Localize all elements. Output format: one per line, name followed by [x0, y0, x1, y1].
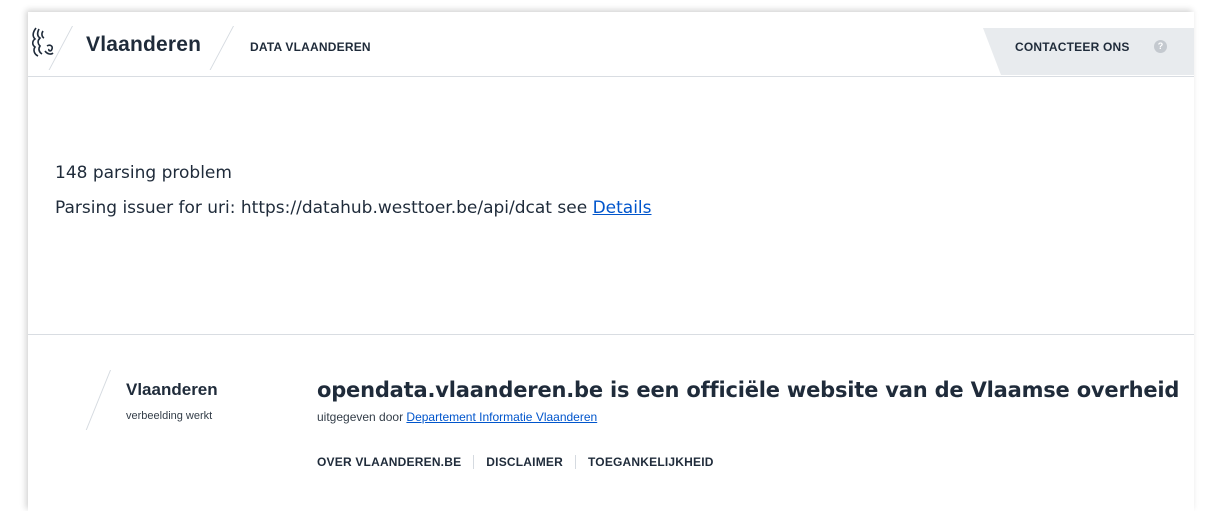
footer-link-separator — [574, 455, 576, 469]
site-header: Vlaanderen DATA VLAANDEREN CONTACTEER ON… — [28, 12, 1194, 77]
help-icon[interactable]: ? — [1154, 40, 1167, 53]
footer-link-toegankelijkheid[interactable]: TOEGANKELIJKHEID — [588, 455, 714, 469]
error-message-text: Parsing issuer for uri: https://datahub.… — [55, 198, 588, 218]
error-message: Parsing issuer for uri: https://datahub.… — [55, 198, 652, 218]
publisher-prefix: uitgegeven door — [317, 410, 404, 424]
footer-publisher: uitgegeven door Departement Informatie V… — [317, 410, 597, 424]
footer-link-disclaimer[interactable]: DISCLAIMER — [486, 455, 563, 469]
footer-link-over[interactable]: OVER VLAANDEREN.BE — [317, 455, 461, 469]
error-title: 148 parsing problem — [55, 163, 232, 183]
page-frame: Vlaanderen DATA VLAANDEREN CONTACTEER ON… — [28, 12, 1194, 511]
publisher-link[interactable]: Departement Informatie Vlaanderen — [406, 410, 597, 424]
footer-heading: opendata.vlaanderen.be is een officiële … — [317, 378, 1180, 402]
footer-links: OVER VLAANDEREN.BE DISCLAIMER TOEGANKELI… — [317, 455, 714, 469]
brand-name[interactable]: Vlaanderen — [86, 33, 201, 57]
footer-tagline: verbeelding werkt — [126, 410, 213, 422]
contact-label[interactable]: CONTACTEER ONS — [1015, 40, 1130, 54]
footer-logo-divider — [85, 370, 111, 430]
details-link[interactable]: Details — [593, 198, 652, 218]
footer-divider — [28, 334, 1194, 335]
footer-brand: Vlaanderen — [126, 380, 218, 399]
header-divider — [209, 26, 234, 70]
site-title[interactable]: DATA VLAANDEREN — [250, 40, 371, 54]
footer-link-separator — [473, 455, 475, 469]
